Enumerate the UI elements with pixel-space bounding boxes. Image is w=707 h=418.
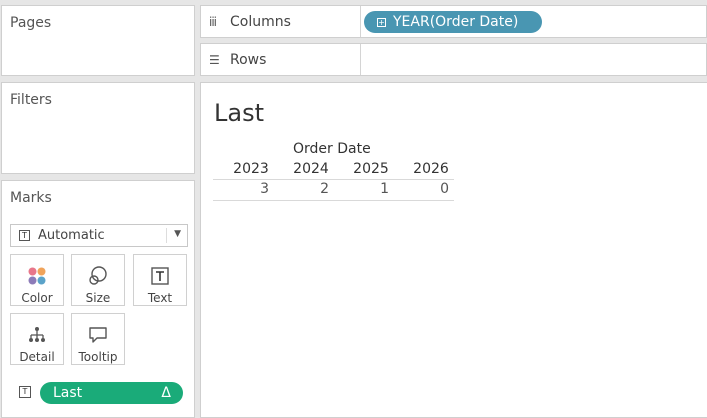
delta-icon: Δ — [161, 385, 171, 401]
view-canvas: Last Order Date 2023 2024 2025 2026 3 2 … — [200, 82, 707, 418]
columns-icon: iii — [209, 14, 217, 29]
color-label: Color — [21, 291, 53, 305]
table-rule-bottom — [213, 200, 454, 201]
sheet-title[interactable]: Last — [214, 99, 264, 127]
column-header-2025[interactable]: 2025 — [341, 161, 401, 177]
expand-plus-icon[interactable]: + — [377, 17, 386, 27]
text-label: Text — [147, 291, 173, 305]
filters-title: Filters — [10, 92, 52, 108]
marks-card: Marks T Automatic ▼ Color Size Text Deta… — [1, 180, 195, 418]
tooltip-icon — [88, 322, 108, 347]
column-header-2023[interactable]: 2023 — [221, 161, 281, 177]
columns-shelf-label: iii Columns — [201, 6, 361, 37]
color-icon — [27, 263, 47, 288]
column-header-2024[interactable]: 2024 — [281, 161, 341, 177]
pages-card[interactable]: Pages — [1, 5, 195, 76]
year-order-date-pill[interactable]: + YEAR(Order Date) — [364, 11, 542, 33]
chevron-down-icon: ▼ — [174, 229, 181, 239]
rows-drop-area[interactable] — [362, 44, 706, 75]
pages-title: Pages — [10, 15, 52, 31]
cell-value-2024[interactable]: 2 — [273, 181, 329, 197]
marks-title: Marks — [10, 190, 52, 206]
text-icon — [151, 263, 169, 288]
rows-shelf: ☰ Rows — [200, 43, 707, 76]
mark-type-dropdown[interactable]: T Automatic ▼ — [10, 224, 188, 247]
cell-value-2023[interactable]: 3 — [213, 181, 269, 197]
last-pill-label: Last — [53, 385, 83, 401]
color-button[interactable]: Color — [10, 254, 64, 306]
size-icon — [87, 263, 109, 288]
last-measure-pill[interactable]: Last Δ — [40, 382, 183, 404]
rows-shelf-label: ☰ Rows — [201, 44, 361, 75]
text-mark-icon: T — [19, 230, 30, 241]
cell-value-2025[interactable]: 1 — [333, 181, 389, 197]
tooltip-button[interactable]: Tooltip — [71, 313, 125, 365]
tooltip-label: Tooltip — [78, 350, 118, 364]
detail-button[interactable]: Detail — [10, 313, 64, 365]
text-encoding-icon: T — [19, 386, 31, 398]
rows-label-text: Rows — [230, 51, 267, 68]
columns-label-text: Columns — [230, 13, 291, 30]
year-pill-label: YEAR(Order Date) — [393, 14, 519, 30]
detail-icon — [28, 322, 46, 347]
cell-value-2026[interactable]: 0 — [393, 181, 449, 197]
mark-type-value: Automatic — [38, 228, 105, 243]
dropdown-separator — [166, 228, 167, 243]
size-button[interactable]: Size — [71, 254, 125, 306]
size-label: Size — [85, 291, 111, 305]
table-rule-top — [213, 179, 454, 180]
column-header-title: Order Date — [293, 141, 371, 157]
columns-drop-area[interactable]: + YEAR(Order Date) — [362, 6, 706, 37]
detail-label: Detail — [19, 350, 55, 364]
text-button[interactable]: Text — [133, 254, 187, 306]
column-header-2026[interactable]: 2026 — [401, 161, 461, 177]
filters-card[interactable]: Filters — [1, 82, 195, 174]
rows-icon: ☰ — [209, 52, 220, 67]
columns-shelf: iii Columns + YEAR(Order Date) — [200, 5, 707, 38]
